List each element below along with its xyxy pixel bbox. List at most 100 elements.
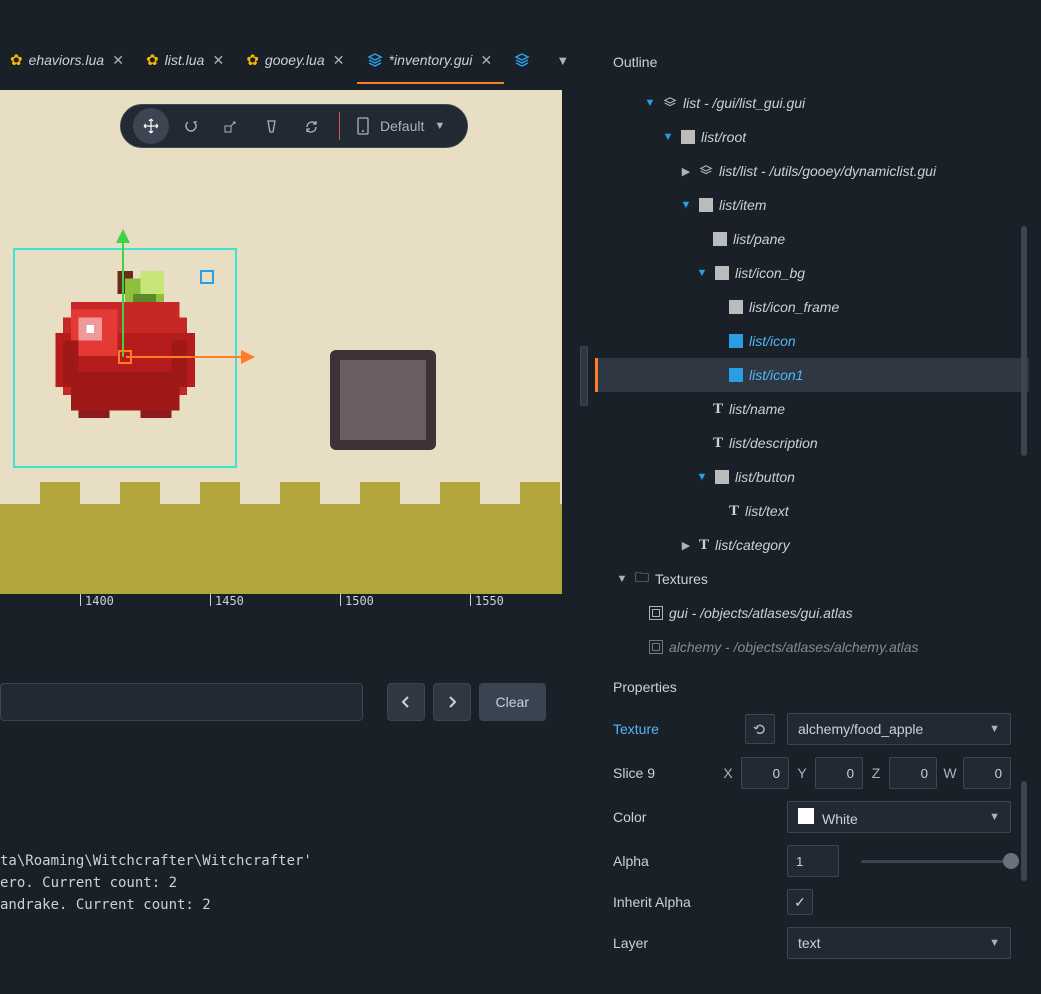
color-dropdown[interactable]: White ▼ — [787, 801, 1011, 833]
expand-toggle[interactable]: ▼ — [679, 199, 693, 211]
gizmo-handle[interactable] — [200, 270, 214, 284]
expand-toggle[interactable]: ▶ — [679, 539, 693, 552]
dropdown-value: alchemy/food_apple — [798, 721, 923, 737]
slice-z-input[interactable] — [889, 757, 937, 789]
tree-node-name[interactable]: Tlist/name — [595, 392, 1029, 426]
vertical-scrollbar[interactable] — [1021, 226, 1027, 456]
console-filter-input[interactable] — [0, 683, 363, 721]
tree-node-description[interactable]: Tlist/description — [595, 426, 1029, 460]
inherit-alpha-checkbox[interactable]: ✓ — [787, 889, 813, 915]
node-label: list/name — [729, 401, 785, 417]
prop-label-inherit: Inherit Alpha — [613, 894, 733, 910]
close-icon[interactable]: ✕ — [478, 52, 494, 68]
properties-panel: Properties Texture alchemy/food_apple ▼ … — [595, 661, 1029, 994]
slice-x-input[interactable] — [741, 757, 789, 789]
tree-node-root[interactable]: ▼list/root — [595, 120, 1029, 154]
tab-gooey-lua[interactable]: ✿ gooey.lua ✕ — [236, 36, 356, 84]
expand-toggle[interactable]: ▼ — [695, 471, 709, 483]
properties-header: Properties — [595, 661, 1029, 707]
tree-node-item[interactable]: ▼ list/item — [595, 188, 1029, 222]
undo-icon — [752, 721, 768, 737]
node-label: list/icon_frame — [749, 299, 839, 315]
alpha-input[interactable] — [787, 845, 839, 877]
node-label: list/item — [719, 197, 766, 213]
tab-inventory-gui[interactable]: *inventory.gui ✕ — [357, 36, 505, 84]
tree-node-button[interactable]: ▼ list/button — [595, 460, 1029, 494]
close-icon[interactable]: ✕ — [331, 52, 347, 68]
panel-resize-handle[interactable] — [580, 346, 588, 406]
stack-icon — [699, 164, 713, 178]
expand-toggle[interactable]: ▼ — [661, 131, 675, 143]
slice-y-input[interactable] — [815, 757, 863, 789]
box-icon — [681, 130, 695, 144]
slider-thumb[interactable] — [1003, 853, 1019, 869]
close-icon[interactable]: ✕ — [210, 52, 226, 68]
tree-node-pane[interactable]: list/pane — [595, 222, 1029, 256]
ruler-tick: 1500 — [340, 594, 374, 606]
text-icon: T — [713, 435, 723, 452]
device-preset-dropdown[interactable]: Default ▼ — [350, 117, 455, 135]
refresh-tool[interactable] — [293, 108, 329, 144]
expand-toggle[interactable]: ▼ — [615, 573, 629, 585]
tree-node-icon1[interactable]: list/icon1 — [595, 358, 1029, 392]
ruler-tick: 1550 — [470, 594, 504, 606]
tab-list-lua[interactable]: ✿ list.lua ✕ — [136, 36, 236, 84]
tree-node-gui-atlas[interactable]: gui - /objects/atlases/gui.atlas — [595, 596, 1029, 630]
gizmo-origin-handle[interactable] — [118, 350, 132, 364]
reset-button[interactable] — [745, 714, 775, 744]
prop-row-color: Color White ▼ — [595, 795, 1029, 839]
prop-row-alpha: Alpha — [595, 839, 1029, 883]
expand-toggle[interactable]: ▼ — [695, 267, 709, 279]
tree-node-iconbg[interactable]: ▼list/icon_bg — [595, 256, 1029, 290]
chevron-right-icon — [447, 696, 457, 708]
prop-label-color: Color — [613, 809, 733, 825]
scale-tool[interactable] — [213, 108, 249, 144]
box-icon — [715, 470, 729, 484]
chevron-down-icon: ▼ — [434, 120, 445, 132]
tree-node-alchemy-atlas[interactable]: alchemy - /objects/atlases/alchemy.atlas — [595, 630, 1029, 661]
node-label: list - /gui/list_gui.gui — [683, 95, 805, 111]
tab-unnamed[interactable] — [504, 36, 540, 84]
ruler-tick: 1400 — [80, 594, 114, 606]
tree-node-text[interactable]: Tlist/text — [595, 494, 1029, 528]
slice-w-input[interactable] — [963, 757, 1011, 789]
expand-toggle[interactable]: ▶ — [679, 165, 693, 178]
slice-x-label: X — [721, 765, 735, 781]
tree-node-category[interactable]: ▶Tlist/category — [595, 528, 1029, 562]
ruler-horizontal: 1400 1450 1500 1550 — [0, 594, 562, 620]
texture-dropdown[interactable]: alchemy/food_apple ▼ — [787, 713, 1011, 745]
perspective-tool[interactable] — [253, 108, 289, 144]
prop-row-texture: Texture alchemy/food_apple ▼ — [595, 707, 1029, 751]
expand-toggle[interactable]: ▼ — [643, 97, 657, 109]
slice-z-label: Z — [869, 765, 883, 781]
move-tool[interactable] — [133, 108, 169, 144]
tab-overflow-button[interactable]: ▼ — [540, 53, 585, 68]
tree-node-list-gui[interactable]: ▼ list - /gui/list_gui.gui — [595, 86, 1029, 120]
tree-node-icon[interactable]: list/icon — [595, 324, 1029, 358]
tab-behaviors[interactable]: ✿ ehaviors.lua ✕ — [0, 36, 136, 84]
outline-panel: Outline ▼list - /gui/list_gui.gui ▼list/… — [595, 36, 1029, 661]
tree-node-textures[interactable]: ▼🗀Textures — [595, 562, 1029, 596]
stack-icon — [367, 52, 383, 68]
inventory-slot[interactable] — [330, 350, 436, 450]
tree-node-dynamiclist[interactable]: ▶list/list - /utils/gooey/dynamiclist.gu… — [595, 154, 1029, 188]
next-button[interactable] — [433, 683, 471, 721]
box-icon — [713, 232, 727, 246]
scene-viewport[interactable]: Default ▼ 1400 1450 1500 1550 — [0, 90, 562, 620]
prev-button[interactable] — [387, 683, 425, 721]
x-axis-gizmo[interactable] — [126, 356, 252, 358]
clear-button[interactable]: Clear — [479, 683, 546, 721]
tree-node-iconframe[interactable]: list/icon_frame — [595, 290, 1029, 324]
tab-label: ehaviors.lua — [29, 52, 105, 68]
vertical-scrollbar[interactable] — [1021, 781, 1027, 881]
y-axis-gizmo[interactable] — [122, 232, 124, 357]
outline-tree: ▼list - /gui/list_gui.gui ▼list/root ▶li… — [595, 82, 1029, 661]
text-icon: T — [699, 537, 709, 554]
rotate-tool[interactable] — [173, 108, 209, 144]
slice-y-label: Y — [795, 765, 809, 781]
layer-dropdown[interactable]: text ▼ — [787, 927, 1011, 959]
alpha-slider[interactable] — [861, 860, 1011, 863]
text-icon: T — [713, 401, 723, 418]
close-icon[interactable]: ✕ — [110, 52, 126, 68]
node-label: list/button — [735, 469, 795, 485]
